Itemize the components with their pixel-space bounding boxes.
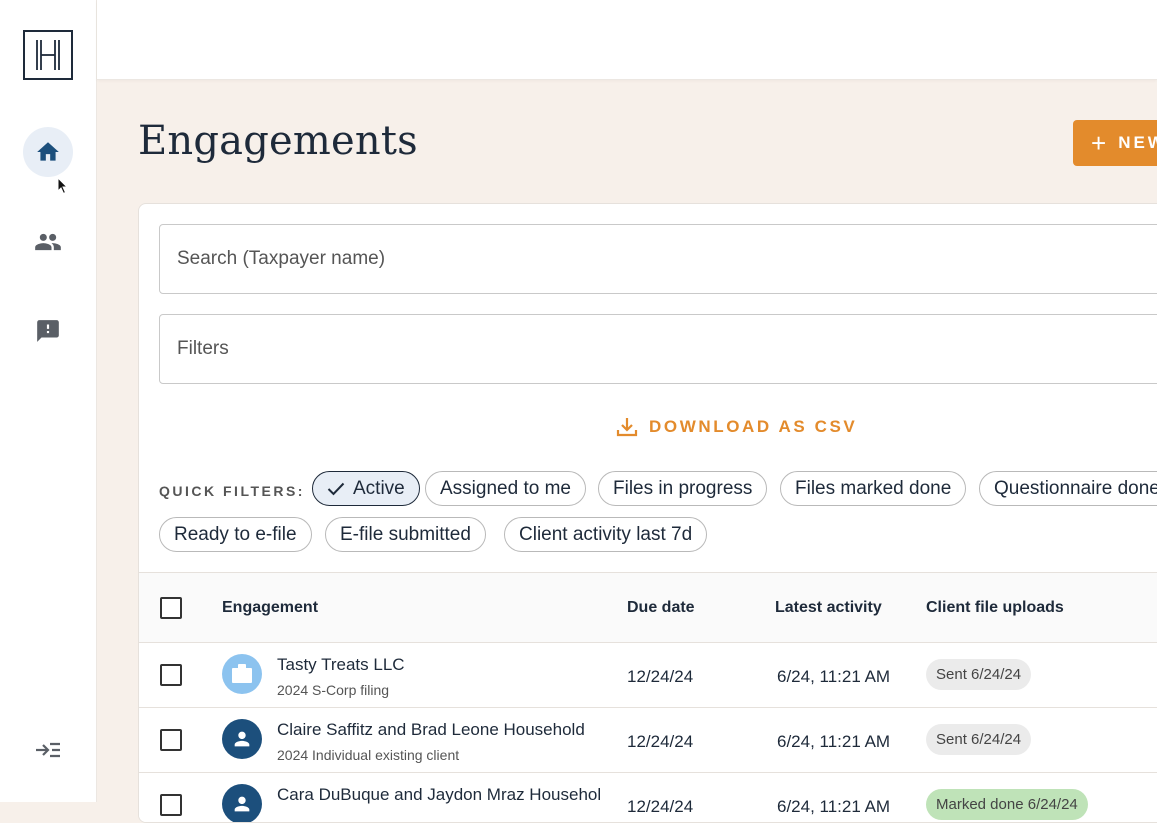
collapse-sidebar-button[interactable] bbox=[33, 737, 63, 763]
download-csv-button[interactable]: DOWNLOAD AS CSV bbox=[615, 414, 857, 440]
row-checkbox[interactable] bbox=[160, 729, 182, 751]
quick-filter-label: Ready to e-file bbox=[174, 523, 297, 545]
mouse-cursor-icon bbox=[57, 177, 69, 195]
page-title: Engagements bbox=[138, 118, 418, 164]
check-icon bbox=[327, 482, 345, 496]
sidebar-item-home[interactable] bbox=[23, 127, 73, 177]
status-badge: Sent 6/24/24 bbox=[926, 724, 1032, 755]
column-header-engagement[interactable]: Engagement bbox=[222, 599, 318, 617]
quick-filter-label: Active bbox=[353, 477, 405, 499]
people-icon bbox=[35, 233, 61, 251]
row-checkbox[interactable] bbox=[160, 664, 182, 686]
collapse-sidebar-icon bbox=[36, 742, 60, 758]
quick-filter-files-in-progress[interactable]: Files in progress bbox=[598, 471, 768, 506]
filters-field[interactable]: Filters bbox=[159, 314, 1157, 384]
download-csv-label: DOWNLOAD AS CSV bbox=[649, 417, 858, 436]
home-icon bbox=[37, 142, 59, 161]
download-icon bbox=[616, 418, 638, 437]
person-icon bbox=[234, 731, 250, 747]
engagement-subtitle: 2024 Individual existing client bbox=[277, 747, 460, 763]
logo[interactable] bbox=[23, 30, 73, 80]
table-row[interactable]: Cara DuBuque and Jaydon Mraz Househol 12… bbox=[139, 773, 1157, 822]
quick-filter-label: Client activity last 7d bbox=[519, 523, 693, 545]
engagement-name[interactable]: Cara DuBuque and Jaydon Mraz Househol bbox=[277, 785, 601, 805]
new-button-label: NEW bbox=[1118, 133, 1157, 152]
quick-filter-assigned-to-me[interactable]: Assigned to me bbox=[425, 471, 586, 506]
quick-filter-files-marked-done[interactable]: Files marked done bbox=[780, 471, 967, 506]
plus-icon: + bbox=[1091, 128, 1107, 158]
column-header-due-date[interactable]: Due date bbox=[627, 599, 695, 617]
logo-mark-icon bbox=[36, 40, 60, 70]
search-field[interactable] bbox=[159, 224, 1157, 294]
quick-filter-label: Files in progress bbox=[613, 477, 753, 499]
latest-activity: 6/24, 11:21 AM bbox=[777, 667, 891, 686]
search-input[interactable] bbox=[177, 248, 1157, 270]
quick-filter-label: Assigned to me bbox=[440, 477, 571, 499]
new-engagement-button[interactable]: + NEW bbox=[1073, 120, 1157, 166]
quick-filter-ready-to-efile[interactable]: Ready to e-file bbox=[159, 517, 312, 552]
latest-activity: 6/24, 11:21 AM bbox=[777, 732, 891, 751]
quick-filter-label: Questionnaire done bbox=[994, 477, 1157, 499]
column-header-latest-activity[interactable]: Latest activity bbox=[775, 599, 882, 617]
quick-filter-efile-submitted[interactable]: E-file submitted bbox=[325, 517, 486, 552]
due-date: 12/24/24 bbox=[627, 732, 694, 751]
select-all-checkbox[interactable] bbox=[160, 597, 182, 619]
quick-filters-label: QUICK FILTERS: bbox=[159, 483, 305, 499]
sidebar-item-feedback[interactable] bbox=[23, 306, 73, 356]
engagement-name[interactable]: Claire Saffitz and Brad Leone Household bbox=[277, 720, 585, 740]
due-date: 12/24/24 bbox=[627, 667, 694, 686]
individual-avatar bbox=[222, 784, 262, 822]
individual-avatar bbox=[222, 719, 262, 759]
briefcase-icon bbox=[232, 664, 252, 683]
table-row[interactable]: Tasty Treats LLC 2024 S-Corp filing 12/2… bbox=[139, 643, 1157, 708]
quick-filter-label: Files marked done bbox=[795, 477, 952, 499]
status-badge: Sent 6/24/24 bbox=[926, 659, 1032, 690]
quick-filter-questionnaire-done[interactable]: Questionnaire done bbox=[979, 471, 1157, 506]
sidebar bbox=[0, 0, 97, 802]
top-bar bbox=[97, 0, 1157, 80]
row-checkbox[interactable] bbox=[160, 794, 182, 816]
table-row[interactable]: Claire Saffitz and Brad Leone Household … bbox=[139, 708, 1157, 773]
due-date: 12/24/24 bbox=[627, 797, 694, 816]
quick-filter-active[interactable]: Active bbox=[312, 471, 420, 506]
quick-filter-label: E-file submitted bbox=[340, 523, 471, 545]
engagements-card: Filters DOWNLOAD AS CSV QUICK FILTERS: A… bbox=[138, 203, 1157, 823]
sidebar-item-clients[interactable] bbox=[23, 217, 73, 267]
filters-placeholder: Filters bbox=[177, 338, 229, 359]
table-header: Engagement Due date Latest activity Clie… bbox=[139, 572, 1157, 643]
column-header-client-file-uploads[interactable]: Client file uploads bbox=[926, 599, 1064, 617]
engagement-subtitle: 2024 S-Corp filing bbox=[277, 682, 390, 698]
person-icon bbox=[234, 796, 250, 812]
quick-filter-client-activity-7d[interactable]: Client activity last 7d bbox=[504, 517, 708, 552]
business-avatar bbox=[222, 654, 262, 694]
feedback-icon bbox=[37, 320, 59, 342]
engagement-name[interactable]: Tasty Treats LLC bbox=[277, 655, 405, 675]
status-badge: Marked done 6/24/24 bbox=[926, 789, 1088, 820]
latest-activity: 6/24, 11:21 AM bbox=[777, 797, 891, 816]
